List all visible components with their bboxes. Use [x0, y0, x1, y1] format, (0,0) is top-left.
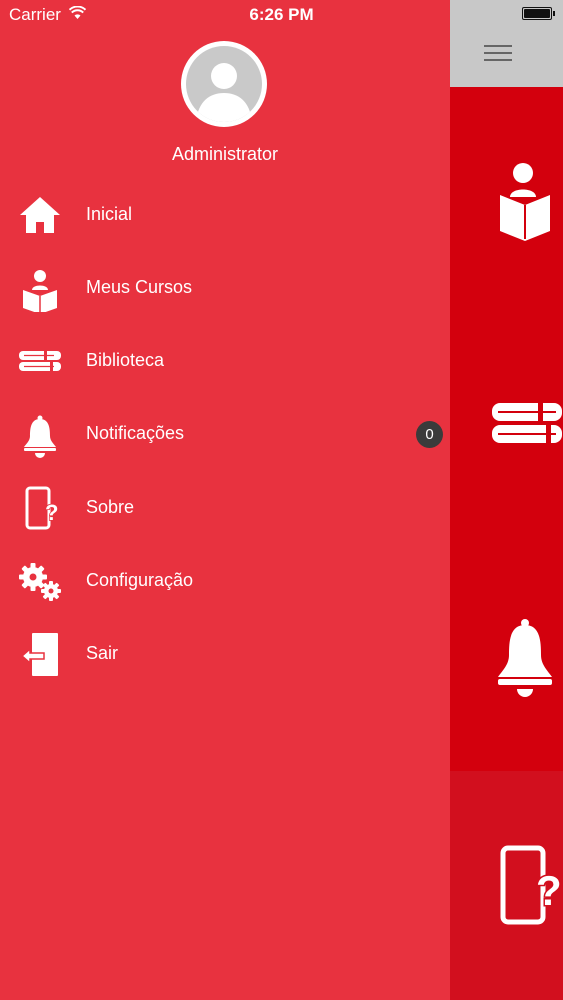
battery-icon — [522, 7, 555, 20]
user-name: Administrator — [171, 144, 279, 164]
bell-icon — [24, 415, 56, 458]
menu-item-configuracao[interactable]: Configuração — [0, 551, 450, 611]
tile-biblioteca[interactable] — [450, 317, 563, 547]
menu-item-sair[interactable]: Sair — [0, 624, 450, 684]
tile-sobre[interactable]: ? — [450, 771, 563, 1000]
menu-item-label: Sobre — [86, 497, 135, 517]
side-drawer: Administrator Inicial Meus Cursos Biblio… — [0, 0, 450, 1000]
menu-item-label: Biblioteca — [86, 350, 165, 370]
phone-help-icon: ? — [500, 845, 563, 925]
menu-item-label: Configuração — [86, 570, 194, 590]
bell-icon — [498, 619, 552, 697]
menu-item-label: Inicial — [86, 204, 133, 224]
gears-icon — [19, 563, 61, 601]
exit-icon — [20, 633, 58, 676]
user-silhouette-icon — [196, 63, 252, 122]
books-icon — [492, 403, 562, 443]
menu-item-label: Notificações — [86, 423, 185, 443]
avatar[interactable] — [181, 41, 267, 127]
svg-text:?: ? — [45, 500, 58, 525]
menu-item-notificacoes[interactable]: Notificações 0 — [0, 404, 450, 464]
tile-meus-cursos[interactable] — [450, 87, 563, 317]
clock: 6:26 PM — [249, 5, 314, 24]
reader-icon — [500, 163, 550, 241]
menu-item-inicial[interactable]: Inicial — [0, 185, 450, 245]
menu-item-biblioteca[interactable]: Biblioteca — [0, 331, 450, 391]
svg-text:?: ? — [536, 867, 562, 914]
tile-notificacoes[interactable] — [450, 547, 563, 771]
menu-item-sobre[interactable]: ? Sobre — [0, 478, 450, 538]
books-icon — [19, 351, 61, 371]
notification-count-badge: 0 — [416, 421, 443, 448]
menu-item-label: Meus Cursos — [86, 277, 193, 297]
menu-item-label: Sair — [86, 643, 119, 663]
hamburger-menu-icon[interactable] — [484, 45, 512, 65]
main-content-panel: ? — [450, 0, 563, 1000]
status-bar: Carrier 6:26 PM — [0, 0, 563, 30]
phone-help-icon: ? — [25, 486, 59, 530]
reader-icon — [23, 270, 57, 312]
home-icon — [20, 197, 60, 233]
menu-item-meus-cursos[interactable]: Meus Cursos — [0, 258, 450, 318]
